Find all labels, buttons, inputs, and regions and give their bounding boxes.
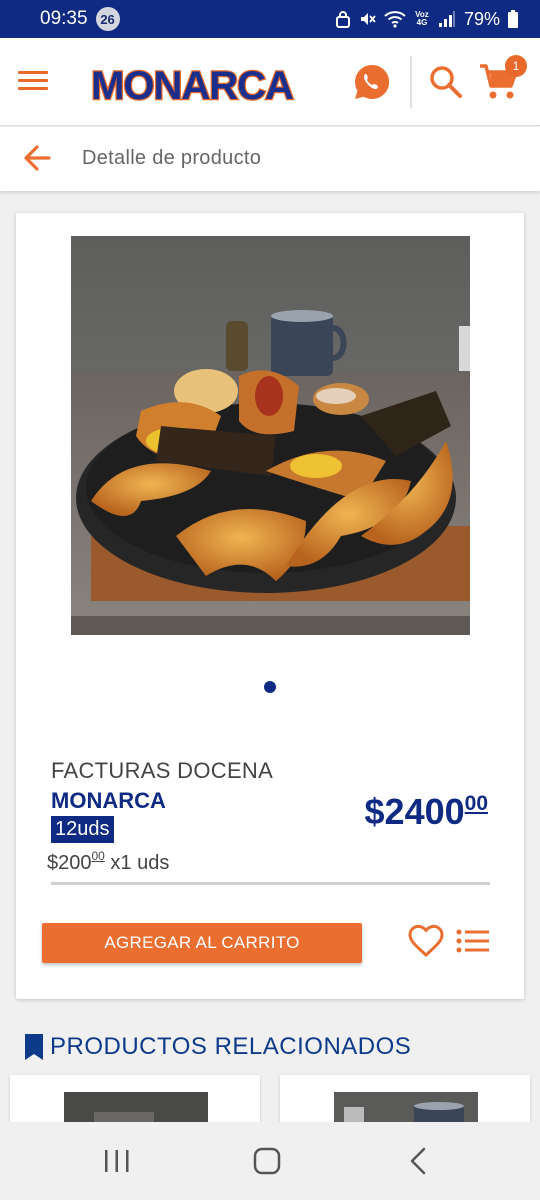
back-arrow-icon[interactable] — [22, 143, 52, 173]
unit-price-main: $200 — [47, 852, 92, 874]
network-label: Voz 4G — [415, 10, 429, 27]
product-name: FACTURAS DOCENA — [51, 758, 274, 783]
status-bar: 09:35 26 Voz 4G 79% — [0, 0, 540, 38]
back-nav-icon[interactable] — [402, 1146, 436, 1176]
mute-icon — [360, 13, 376, 25]
status-time: 09:35 — [40, 8, 88, 29]
bookmark-icon — [25, 1034, 43, 1060]
carousel-dot[interactable] — [264, 681, 276, 693]
sub-header: Detalle de producto — [0, 127, 540, 191]
cart-count-badge: 1 — [505, 55, 527, 77]
menu-button[interactable] — [18, 66, 52, 98]
home-icon[interactable] — [250, 1146, 284, 1176]
whatsapp-icon[interactable] — [352, 62, 392, 102]
wifi-icon — [384, 11, 406, 28]
heart-icon[interactable] — [408, 924, 444, 960]
product-image[interactable] — [71, 236, 470, 635]
price-main: $2400 — [364, 791, 465, 832]
signal-icon — [438, 11, 455, 27]
product-brand: MONARCA — [51, 788, 166, 813]
product-card: FACTURAS DOCENA MONARCA 12uds $20000 x1 … — [16, 213, 524, 999]
unit-price: $20000 x1 uds — [47, 849, 169, 875]
notification-count-badge: 26 — [95, 7, 120, 31]
header-divider — [410, 56, 412, 108]
add-to-cart-button[interactable]: AGREGAR AL CARRITO — [42, 923, 362, 963]
search-icon[interactable] — [428, 64, 464, 100]
logo-text: MONARCA — [91, 64, 293, 108]
lock-icon — [335, 11, 350, 28]
monarca-logo[interactable]: MONARCA — [86, 60, 298, 108]
unit-price-cents: 00 — [91, 849, 105, 863]
related-products-heading: PRODUCTOS RELACIONADOS — [24, 1033, 411, 1061]
app-header: MONARCA — [0, 38, 540, 126]
status-icons: Voz 4G 79% — [335, 8, 518, 30]
product-quantity-badge: 12uds — [51, 816, 114, 843]
list-icon[interactable] — [456, 926, 490, 960]
card-divider — [51, 882, 490, 885]
menu-icon — [18, 71, 48, 74]
page-title: Detalle de producto — [82, 147, 262, 169]
price-cents: 00 — [464, 792, 488, 815]
related-products-title: PRODUCTOS RELACIONADOS — [50, 1033, 412, 1060]
battery-icon — [508, 10, 518, 28]
system-nav-bar — [0, 1122, 540, 1200]
unit-price-suffix: x1 uds — [104, 852, 170, 874]
recent-apps-icon[interactable] — [100, 1146, 134, 1176]
battery-percent: 79% — [463, 8, 500, 29]
product-price: $240000 — [365, 791, 488, 833]
